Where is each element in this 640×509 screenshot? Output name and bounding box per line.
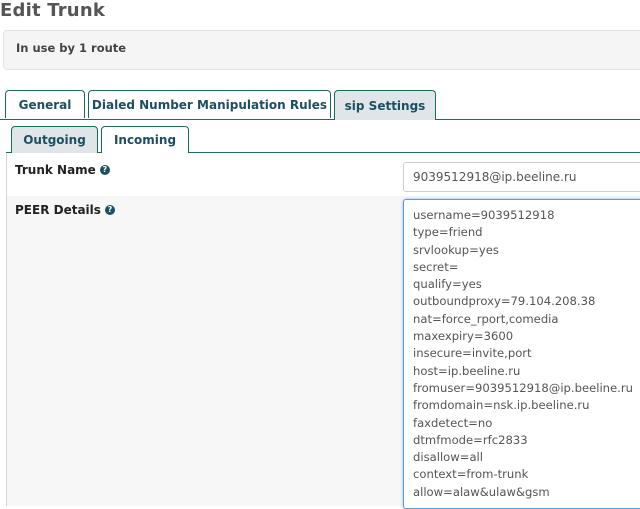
help-circle-icon[interactable]: ? — [104, 205, 115, 215]
peer-line: fromuser=9039512918@ip.beeline.ru — [413, 380, 633, 395]
peer-line: username=9039512918 — [413, 208, 555, 222]
peer-line: type=friend — [413, 225, 483, 240]
peer-line: insecure=invite,port — [413, 346, 532, 361]
subtab-incoming[interactable]: Incoming — [101, 126, 189, 153]
peer-details-textarea[interactable]: username=9039512918 type=friend srvlooku… — [403, 199, 640, 509]
usage-banner: In use by 1 route — [3, 30, 640, 70]
usage-text: In use by 1 route — [16, 41, 127, 55]
peer-line: fromdomain=nsk.ip.beeline.ru — [413, 398, 590, 413]
tab-sip-settings-label: sip Settings — [344, 98, 426, 113]
help-circle-icon[interactable]: ? — [99, 165, 110, 175]
tab-dialed-number-label: Dialed Number Manipulation Rules — [91, 97, 328, 112]
peer-line: allow=alaw&ulaw&gsm — [413, 484, 550, 499]
subtab-outgoing-label: Outgoing — [23, 133, 86, 147]
subtab-incoming-label: Incoming — [113, 133, 177, 147]
peer-line: faxdetect=no — [413, 415, 493, 430]
peer-line: context=from-trunk — [413, 467, 529, 482]
peer-line: qualify=yes — [413, 277, 482, 292]
peer-line: nat=force_rport,comedia — [413, 311, 559, 326]
tabs-divider — [0, 119, 640, 120]
peer-details-label-text: PEER Details — [15, 203, 101, 217]
peer-line: srvlookup=yes — [413, 242, 499, 257]
trunk-name-field[interactable]: 9039512918@ip.beeline.ru — [403, 162, 640, 192]
peer-line: maxexpiry=3600 — [413, 329, 514, 344]
trunk-name-value: 9039512918@ip.beeline.ru — [413, 170, 577, 184]
trunk-name-label: Trunk Name ? — [15, 163, 110, 177]
peer-line: host=ip.beeline.ru — [413, 363, 521, 378]
trunk-name-label-text: Trunk Name — [15, 163, 96, 177]
sip-subtabs: Outgoing Incoming — [6, 125, 640, 155]
subtab-outgoing[interactable]: Outgoing — [11, 126, 98, 153]
peer-line: disallow=all — [413, 450, 484, 465]
peer-line: outboundproxy=79.104.208.38 — [413, 294, 596, 309]
tab-general-label: General — [18, 97, 72, 112]
page-title: Edit Trunk — [0, 0, 105, 21]
peer-details-label: PEER Details ? — [15, 203, 115, 217]
tab-sip-settings[interactable]: sip Settings — [334, 90, 436, 120]
main-tabs: General Dialed Number Manipulation Rules… — [0, 90, 640, 120]
peer-line: dtmfmode=rfc2833 — [413, 432, 528, 447]
tab-dialed-number-manipulation-rules[interactable]: Dialed Number Manipulation Rules — [88, 90, 331, 118]
tab-general[interactable]: General — [5, 90, 85, 118]
peer-line: secret= — [413, 259, 459, 274]
